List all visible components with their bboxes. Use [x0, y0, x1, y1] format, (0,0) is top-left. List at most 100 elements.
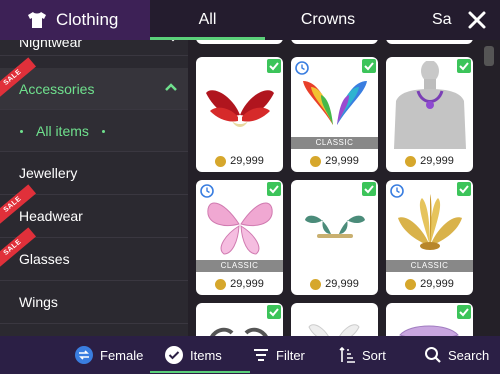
red-wings-image	[206, 90, 274, 127]
sidebar-item-accessories[interactable]: SALE Accessories	[0, 57, 188, 110]
sort-label: Sort	[362, 347, 386, 363]
price-tag: 29,999	[386, 152, 473, 170]
item-card[interactable]	[386, 303, 473, 336]
item-card[interactable]	[196, 303, 283, 336]
price-value: 29,999	[230, 155, 264, 167]
bottom-toolbar: Female Items Filter Sort Search	[0, 336, 500, 374]
top-bar: Clothing All Crowns Sa	[0, 0, 500, 40]
owned-check-icon	[267, 59, 281, 73]
owned-check-icon	[362, 182, 376, 196]
filter-icon	[254, 349, 268, 361]
item-card-green-ornament[interactable]: 29,999	[291, 180, 378, 295]
item-card-rainbow-wings[interactable]: CLASSIC 29,999	[291, 57, 378, 172]
bullet-dot	[20, 130, 23, 133]
category-title-box: Clothing	[0, 0, 150, 40]
category-sidebar: Nightwear SALE Accessories All items Jew…	[0, 40, 188, 336]
price-tag: 29,999	[291, 152, 378, 170]
filter-label: Filter	[276, 347, 305, 363]
item-card[interactable]	[291, 303, 378, 336]
classic-badge: CLASSIC	[291, 137, 378, 149]
classic-badge: CLASSIC	[196, 260, 283, 272]
tab-crowns[interactable]: Crowns	[278, 0, 378, 40]
coin-icon	[215, 155, 227, 167]
item-card[interactable]	[291, 40, 378, 44]
owned-check-icon	[267, 182, 281, 196]
sidebar-item-nightwear[interactable]: Nightwear	[0, 40, 188, 56]
price-value: 29,999	[325, 278, 359, 290]
coin-icon	[310, 155, 322, 167]
items-button[interactable]: Items	[164, 336, 222, 374]
clothing-screen: Clothing All Crowns Sa Nightwear SALE Ac…	[0, 0, 500, 374]
sort-icon	[339, 346, 355, 363]
price-value: 29,999	[420, 278, 454, 290]
horns-image	[210, 327, 268, 336]
sidebar-item-label: Headwear	[19, 208, 83, 224]
classic-badge: CLASSIC	[386, 260, 473, 272]
sidebar-item-label: Glasses	[19, 251, 70, 267]
sidebar-item-wings[interactable]: Wings	[0, 281, 188, 324]
coin-icon	[215, 278, 227, 290]
price-tag: 29,999	[196, 275, 283, 293]
fairy-wings-image	[207, 202, 273, 255]
chevron-up-icon	[165, 83, 177, 91]
page-title: Clothing	[56, 10, 119, 29]
owned-check-icon	[457, 305, 471, 319]
coin-icon	[405, 278, 417, 290]
filter-button[interactable]: Filter	[252, 336, 305, 374]
price-tag: 29,999	[386, 275, 473, 293]
item-card-gold-feather-crown[interactable]: CLASSIC 29,999	[386, 180, 473, 295]
price-value: 29,999	[420, 155, 454, 167]
sidebar-item-label: Accessories	[19, 80, 95, 97]
tab-all[interactable]: All	[150, 0, 265, 40]
search-icon	[425, 347, 441, 363]
owned-check-icon	[457, 182, 471, 196]
coin-icon	[310, 278, 322, 290]
sort-button[interactable]: Sort	[338, 336, 386, 374]
tab-sa-label: Sa	[432, 11, 452, 28]
necklace-on-torso-image	[394, 61, 466, 149]
sidebar-item-label: Jewellery	[19, 165, 78, 181]
item-card-red-wings[interactable]: 29,999	[196, 57, 283, 172]
coin-icon	[405, 155, 417, 167]
swap-gender-icon	[75, 346, 93, 364]
chevron-down-icon	[171, 40, 175, 42]
search-label: Search	[448, 347, 490, 363]
items-label: Items	[190, 347, 222, 363]
green-ornament-image	[305, 215, 365, 238]
search-button[interactable]: Search	[424, 336, 489, 374]
item-card[interactable]	[386, 40, 473, 44]
sidebar-item-all-items[interactable]: All items	[0, 110, 188, 152]
clock-icon	[390, 184, 404, 198]
item-card-pink-fairy-wings[interactable]: CLASSIC 29,999	[196, 180, 283, 295]
sidebar-item-label: All items	[36, 122, 89, 139]
item-grid: 29,999 CLASSIC 29,999 29,999 CLASSIC 29,…	[188, 40, 500, 336]
bullet-dot	[102, 130, 105, 133]
tab-crowns-label: Crowns	[300, 11, 356, 28]
item-card-purple-necklace[interactable]: 29,999	[386, 57, 473, 172]
shirt-icon	[28, 12, 46, 28]
gold-crown-image	[398, 194, 462, 250]
check-circle-icon	[165, 346, 183, 364]
owned-check-icon	[457, 59, 471, 73]
items-underline	[150, 371, 250, 373]
price-tag: 29,999	[196, 152, 283, 170]
clock-icon	[200, 184, 214, 198]
clock-icon	[295, 61, 309, 75]
tab-all-label: All	[198, 11, 217, 28]
price-tag: 29,999	[291, 275, 378, 293]
gender-toggle-button[interactable]: Female	[74, 336, 143, 374]
owned-check-icon	[267, 305, 281, 319]
close-icon[interactable]	[462, 5, 492, 35]
owned-check-icon	[362, 59, 376, 73]
rainbow-wings-image	[303, 81, 367, 125]
price-value: 29,999	[230, 278, 264, 290]
female-label: Female	[100, 347, 144, 363]
item-card[interactable]	[196, 40, 283, 44]
sidebar-item-glasses[interactable]: SALE Glasses	[0, 227, 188, 281]
tab-sa[interactable]: Sa	[432, 0, 462, 40]
grid-scrollbar[interactable]	[484, 46, 494, 66]
sidebar-item-label: Nightwear	[19, 40, 83, 50]
sidebar-item-label: Wings	[19, 294, 58, 310]
lavender-mask-image	[399, 325, 459, 336]
price-value: 29,999	[325, 155, 359, 167]
